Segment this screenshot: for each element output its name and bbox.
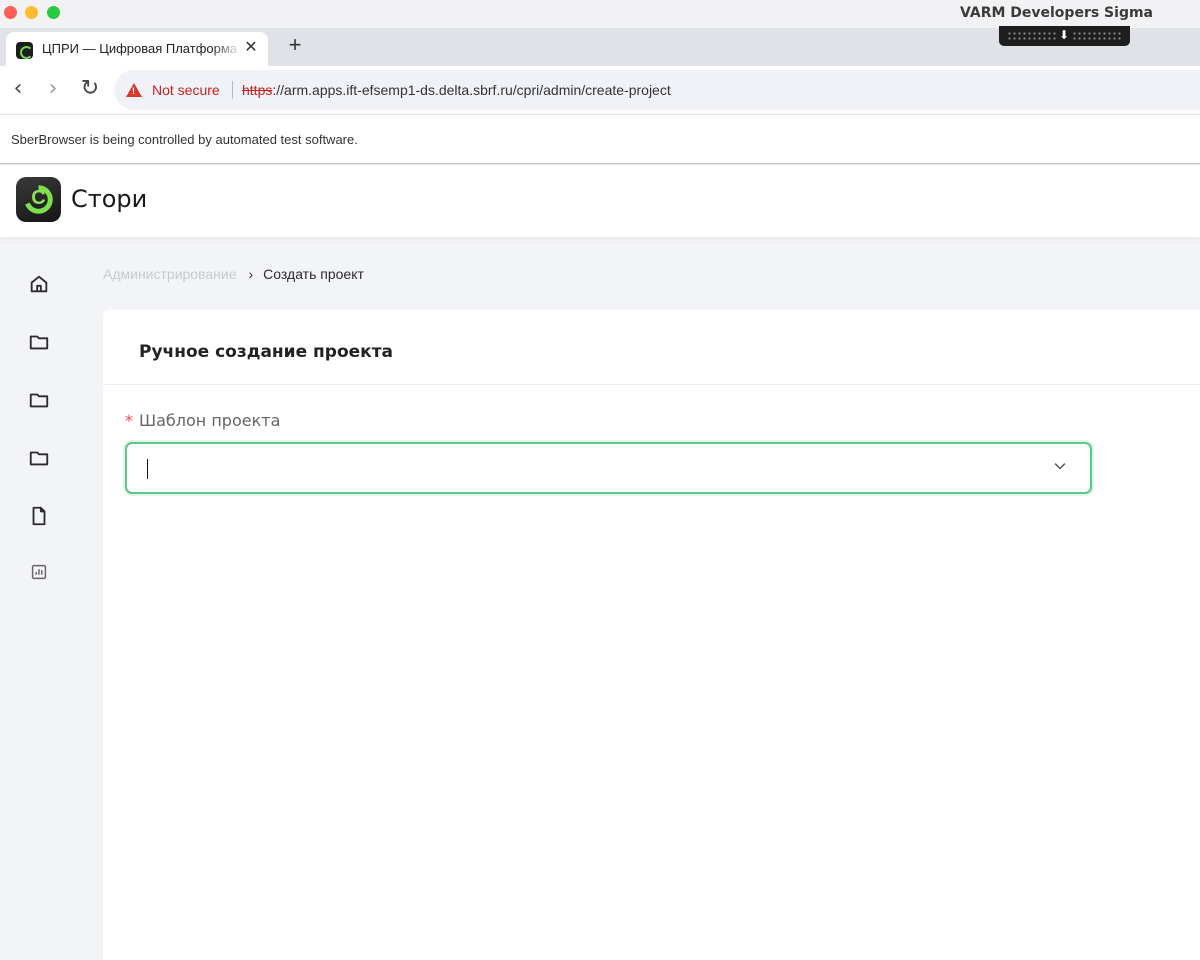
browser-tab[interactable]: ЦПРИ — Цифровая Платформа ✕ xyxy=(6,32,268,66)
app-title: VARM Developers Sigma xyxy=(959,5,1153,21)
url-path: ://arm.apps.ift-efsemp1-ds.delta.sbrf.ru… xyxy=(272,82,671,98)
template-field-label: * Шаблон проекта xyxy=(125,411,280,430)
camera-notch: ⬇ xyxy=(999,26,1130,46)
new-tab-button[interactable]: + xyxy=(284,33,306,57)
url-text[interactable]: https://arm.apps.ift-efsemp1-ds.delta.sb… xyxy=(242,82,671,98)
folder-icon[interactable] xyxy=(28,447,50,469)
breadcrumb-current: Создать проект xyxy=(263,266,364,282)
app-name: Стори xyxy=(71,185,148,213)
logo-icon[interactable] xyxy=(16,177,61,222)
back-button[interactable]: ‹ xyxy=(6,76,30,102)
close-window-button[interactable] xyxy=(4,6,17,19)
url-scheme: https xyxy=(242,82,273,98)
not-secure-label[interactable]: Not secure xyxy=(152,82,220,98)
forward-button[interactable]: › xyxy=(41,76,65,102)
breadcrumb: Администрирование › Создать проект xyxy=(103,266,364,282)
folder-icon[interactable] xyxy=(28,331,50,353)
template-select[interactable] xyxy=(125,442,1092,494)
text-caret xyxy=(147,459,148,479)
card-divider xyxy=(103,384,1200,385)
tab-title: ЦПРИ — Цифровая Платформа xyxy=(42,41,238,56)
reload-button[interactable]: ↻ xyxy=(78,76,102,102)
favicon-icon xyxy=(16,42,33,59)
infobar-text: SberBrowser is being controlled by autom… xyxy=(11,132,358,147)
sidebar xyxy=(0,237,80,960)
window-titlebar: VARM Developers Sigma xyxy=(0,0,1200,28)
chevron-down-icon[interactable] xyxy=(1052,458,1068,474)
folder-icon[interactable] xyxy=(28,389,50,411)
breadcrumb-parent-link[interactable]: Администрирование xyxy=(103,266,237,282)
zoom-window-button[interactable] xyxy=(47,6,60,19)
card-title: Ручное создание проекта xyxy=(139,342,394,362)
close-tab-icon[interactable]: ✕ xyxy=(242,39,260,57)
down-arrow-icon: ⬇ xyxy=(1057,28,1071,42)
home-icon[interactable] xyxy=(28,273,50,295)
minimize-window-button[interactable] xyxy=(25,6,38,19)
warning-icon[interactable] xyxy=(126,83,142,97)
omnibox-separator xyxy=(232,81,233,99)
required-mark: * xyxy=(125,411,133,430)
template-label-text: Шаблон проекта xyxy=(139,411,281,430)
document-icon[interactable] xyxy=(28,505,50,527)
address-bar[interactable]: Not secure https://arm.apps.ift-efsemp1-… xyxy=(114,70,1200,110)
chart-icon[interactable] xyxy=(28,561,50,583)
automation-infobar: SberBrowser is being controlled by autom… xyxy=(0,114,1200,164)
main-content: Администрирование › Создать проект Ручное … xyxy=(80,237,1200,960)
create-project-card: Ручное создание проекта * Шаблон проекта xyxy=(103,310,1200,960)
chevron-right-icon: › xyxy=(248,266,254,282)
browser-toolbar: ‹ › ↻ Not secure https://arm.apps.ift-ef… xyxy=(0,66,1200,114)
app-header: Стори xyxy=(0,165,1200,237)
